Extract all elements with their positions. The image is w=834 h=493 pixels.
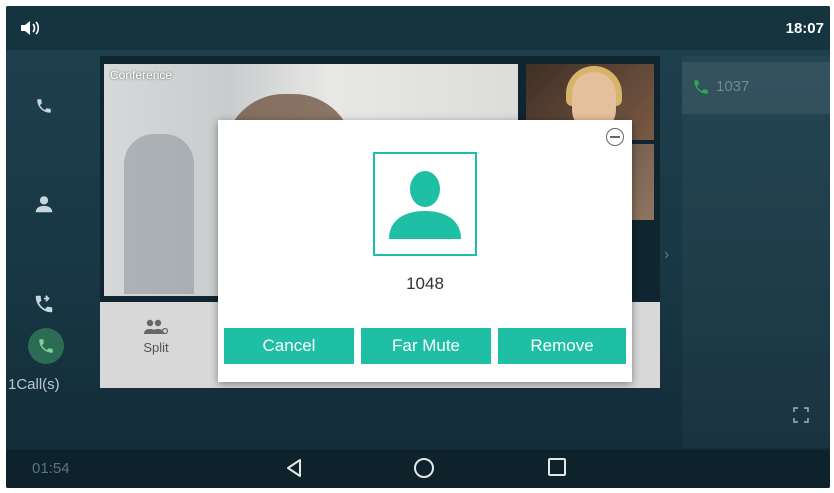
contact-number: 1048: [406, 274, 444, 293]
fullscreen-icon[interactable]: [792, 406, 810, 429]
status-bar: 18:07: [6, 6, 830, 50]
split-icon: [144, 319, 169, 335]
calls-count: 1Call(s): [8, 376, 60, 393]
participant-dialog: 1048 Cancel Far Mute Remove: [218, 120, 632, 382]
clock: 18:07: [785, 20, 824, 37]
call-list-item[interactable]: 1037: [682, 62, 830, 114]
conference-label: Conference: [110, 68, 173, 82]
split-button[interactable]: Split: [126, 318, 186, 355]
call-number: 1037: [716, 78, 750, 95]
active-call-button[interactable]: [28, 328, 64, 364]
chevron-right-icon[interactable]: ›: [664, 246, 669, 264]
navigation-bar: 01:54: [6, 450, 830, 488]
remove-button[interactable]: Remove: [498, 328, 626, 364]
collapse-icon[interactable]: [606, 128, 624, 146]
back-icon[interactable]: [284, 458, 304, 483]
far-mute-button[interactable]: Far Mute: [361, 328, 491, 364]
call-green-icon: [692, 78, 710, 101]
cancel-button[interactable]: Cancel: [224, 328, 354, 364]
call-history-icon[interactable]: [26, 286, 62, 322]
call-timer: 01:54: [32, 460, 70, 477]
contacts-icon[interactable]: [26, 186, 62, 222]
recent-apps-icon[interactable]: [548, 458, 566, 476]
home-icon[interactable]: [414, 458, 434, 478]
person-icon: [389, 171, 461, 239]
contact-avatar: [373, 152, 477, 256]
split-label: Split: [143, 340, 169, 355]
phone-screen: 18:07 1Call(s) Conference › Split 1037 1…: [6, 6, 830, 488]
speaker-icon[interactable]: [20, 20, 42, 41]
phone-icon[interactable]: [26, 88, 62, 124]
right-panel: [682, 56, 830, 448]
video-person: [124, 134, 194, 294]
